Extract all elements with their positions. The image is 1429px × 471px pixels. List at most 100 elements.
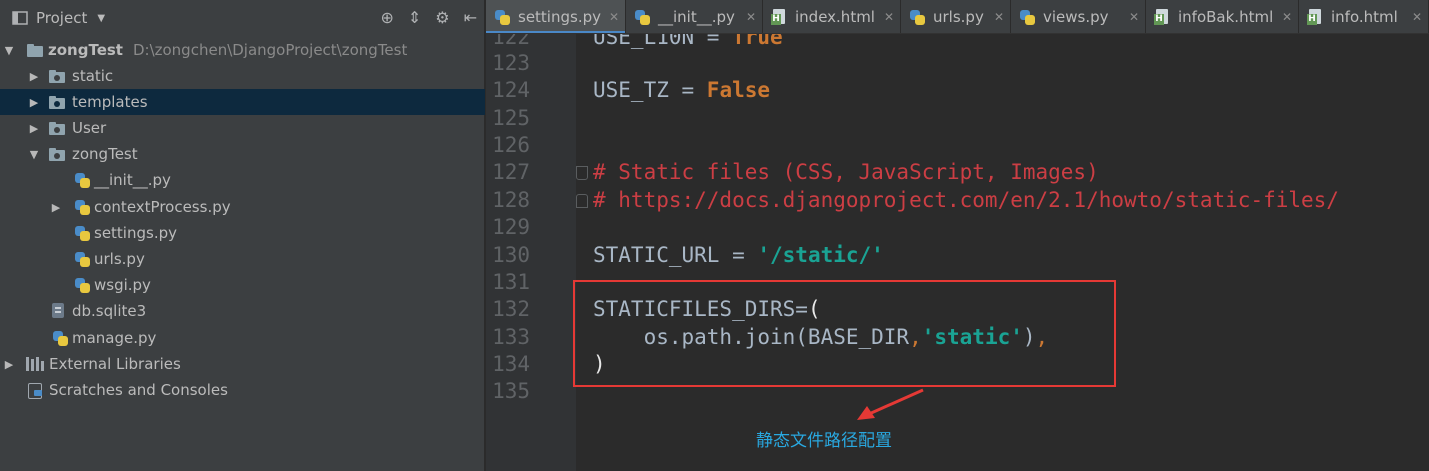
tab-views-py[interactable]: views.py ✕ bbox=[1011, 0, 1146, 33]
python-file-icon bbox=[74, 172, 90, 188]
gear-icon[interactable]: ⚙ bbox=[435, 10, 449, 26]
hide-panel-icon[interactable]: ⇤ bbox=[464, 10, 477, 26]
folder-icon bbox=[49, 122, 65, 135]
close-icon[interactable]: ✕ bbox=[746, 10, 756, 24]
tab-index-html[interactable]: index.html ✕ bbox=[763, 0, 901, 33]
chevron-right-icon[interactable]: ▶ bbox=[28, 70, 40, 83]
python-file-icon bbox=[74, 251, 90, 267]
tab-label: __init__.py bbox=[658, 8, 735, 26]
tree-item-static[interactable]: ▶ static bbox=[0, 63, 485, 89]
code-line-127: # Static files (CSS, JavaScript, Images) bbox=[593, 160, 1099, 184]
line-number: 128 bbox=[492, 188, 530, 212]
collapse-all-icon[interactable]: ⇕ bbox=[408, 10, 421, 26]
tree-item-init-py[interactable]: __init__.py bbox=[0, 167, 485, 193]
tree-item-urls-py[interactable]: urls.py bbox=[0, 246, 485, 272]
project-panel: Project ▼ ⊕ ⇕ ⚙ ⇤ ▼ zongTest D:\zongchen\… bbox=[0, 0, 485, 471]
close-icon[interactable]: ✕ bbox=[1412, 10, 1422, 24]
editor-tabs: settings.py ✕ __init__.py ✕ index.html ✕… bbox=[486, 0, 1429, 34]
folder-icon bbox=[49, 148, 65, 161]
python-file-icon bbox=[1019, 9, 1035, 25]
tree-item-label: wsgi.py bbox=[94, 276, 151, 294]
library-icon bbox=[26, 357, 44, 371]
tree-item-label: contextProcess.py bbox=[94, 198, 231, 216]
line-number: 131 bbox=[492, 270, 530, 294]
close-icon[interactable]: ✕ bbox=[609, 10, 619, 24]
html-file-icon bbox=[1154, 9, 1170, 25]
folder-icon bbox=[49, 96, 65, 109]
tree-item-project-root[interactable]: ▼ zongTest D:\zongchen\DjangoProject\zong… bbox=[0, 37, 485, 63]
python-file-icon bbox=[494, 9, 510, 25]
project-panel-toolbar: ⊕ ⇕ ⚙ ⇤ bbox=[380, 0, 477, 36]
tree-item-label: __init__.py bbox=[94, 171, 171, 189]
python-file-icon bbox=[909, 9, 925, 25]
tab-infobak-html[interactable]: infoBak.html ✕ bbox=[1146, 0, 1299, 33]
tab-info-html[interactable]: info.html ✕ bbox=[1299, 0, 1429, 33]
code-editor[interactable]: 122 123 124 125 126 127 128 129 130 131 … bbox=[486, 34, 1429, 471]
html-file-icon bbox=[1307, 9, 1323, 25]
tab-label: views.py bbox=[1043, 8, 1109, 26]
tree-item-settings-py[interactable]: settings.py bbox=[0, 220, 485, 246]
line-number: 127 bbox=[492, 160, 530, 184]
python-file-icon bbox=[634, 9, 650, 25]
tree-item-label: templates bbox=[72, 93, 148, 111]
chevron-right-icon[interactable]: ▶ bbox=[28, 122, 40, 135]
tab-label: info.html bbox=[1331, 8, 1398, 26]
python-file-icon bbox=[74, 277, 90, 293]
chevron-down-icon[interactable]: ▼ bbox=[28, 148, 40, 161]
line-number: 125 bbox=[492, 106, 530, 130]
close-icon[interactable]: ✕ bbox=[1129, 10, 1139, 24]
fold-marker-icon[interactable] bbox=[576, 194, 588, 208]
annotation-label: 静态文件路径配置 bbox=[756, 431, 892, 451]
line-number: 124 bbox=[492, 78, 530, 102]
tab-urls-py[interactable]: urls.py ✕ bbox=[901, 0, 1011, 33]
line-number: 135 bbox=[492, 379, 530, 403]
tree-item-label: static bbox=[72, 67, 114, 85]
tree-item-label: settings.py bbox=[94, 224, 177, 242]
locate-icon[interactable]: ⊕ bbox=[380, 10, 393, 26]
chevron-right-icon[interactable]: ▶ bbox=[28, 96, 40, 109]
tree-item-label: urls.py bbox=[94, 250, 145, 268]
tree-item-label: User bbox=[72, 119, 107, 137]
tree-item-scratches[interactable]: Scratches and Consoles bbox=[0, 377, 485, 403]
tree-item-user[interactable]: ▶ User bbox=[0, 115, 485, 141]
tree-item-label: db.sqlite3 bbox=[72, 302, 147, 320]
project-view-selector[interactable]: Project ▼ bbox=[12, 9, 105, 27]
code-line-130: STATIC_URL = '/static/' bbox=[593, 243, 884, 267]
chevron-down-icon[interactable]: ▼ bbox=[3, 44, 15, 57]
line-number: 133 bbox=[492, 325, 530, 349]
tree-item-manage-py[interactable]: manage.py bbox=[0, 325, 485, 351]
fold-marker-icon[interactable] bbox=[576, 166, 588, 180]
tab-label: urls.py bbox=[933, 8, 984, 26]
close-icon[interactable]: ✕ bbox=[1282, 10, 1292, 24]
line-number: 126 bbox=[492, 133, 530, 157]
chevron-down-icon: ▼ bbox=[97, 12, 106, 24]
tree-item-zongtest-package[interactable]: ▼ zongTest bbox=[0, 141, 485, 167]
folder-icon bbox=[49, 70, 65, 83]
tab-init-py[interactable]: __init__.py ✕ bbox=[626, 0, 763, 33]
close-icon[interactable]: ✕ bbox=[994, 10, 1004, 24]
chevron-right-icon[interactable]: ▶ bbox=[50, 201, 62, 214]
scratch-file-icon bbox=[27, 382, 43, 399]
database-file-icon bbox=[52, 303, 66, 319]
tab-label: infoBak.html bbox=[1178, 8, 1274, 26]
code-line-124: USE_TZ = False bbox=[593, 78, 771, 102]
python-file-icon bbox=[74, 199, 90, 215]
line-number: 123 bbox=[492, 51, 530, 75]
tree-item-label: Scratches and Consoles bbox=[49, 381, 228, 399]
chevron-right-icon[interactable]: ▶ bbox=[3, 358, 15, 371]
tree-item-contextprocess-py[interactable]: ▶ contextProcess.py bbox=[0, 194, 485, 220]
tab-settings-py[interactable]: settings.py ✕ bbox=[486, 0, 626, 33]
python-file-icon bbox=[74, 225, 90, 241]
tree-item-templates[interactable]: ▶ templates bbox=[0, 89, 485, 115]
line-number: 134 bbox=[492, 352, 530, 376]
tree-item-db-sqlite3[interactable]: db.sqlite3 bbox=[0, 298, 485, 324]
close-icon[interactable]: ✕ bbox=[884, 10, 894, 24]
project-panel-title: Project bbox=[36, 9, 88, 27]
tree-item-label: External Libraries bbox=[49, 355, 181, 373]
tree-item-wsgi-py[interactable]: wsgi.py bbox=[0, 272, 485, 298]
tree-item-external-libraries[interactable]: ▶ External Libraries bbox=[0, 351, 485, 377]
tab-label: index.html bbox=[795, 8, 875, 26]
line-number: 122 bbox=[492, 34, 530, 49]
line-number: 129 bbox=[492, 215, 530, 239]
arrow-icon bbox=[857, 388, 924, 420]
